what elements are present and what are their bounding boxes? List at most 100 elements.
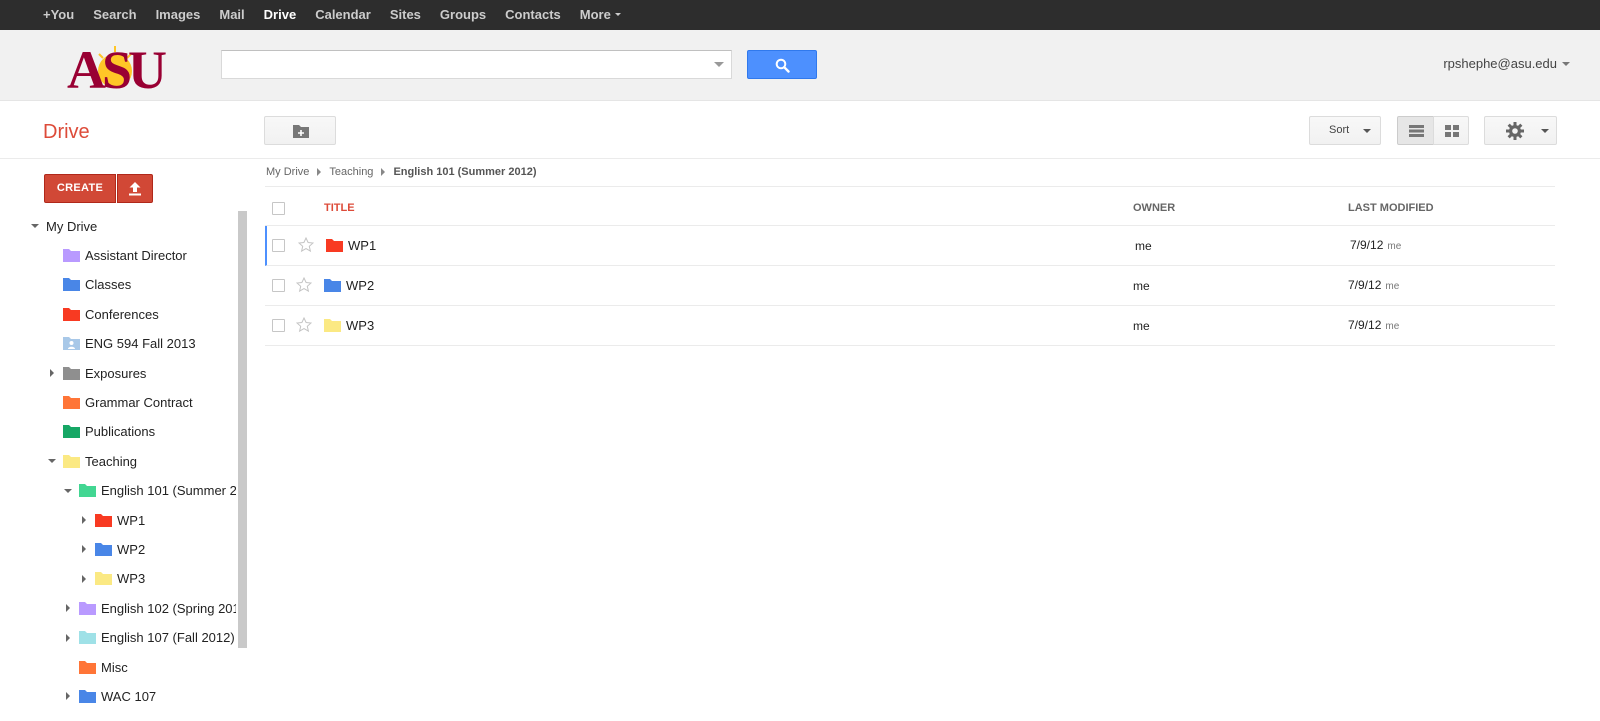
file-owner: me bbox=[1135, 239, 1152, 253]
column-title[interactable]: TITLE bbox=[324, 202, 355, 214]
expanded-arrow-icon[interactable] bbox=[47, 456, 57, 466]
breadcrumb: My Drive Teaching English 101 (Summer 2012… bbox=[266, 166, 537, 178]
column-last-modified[interactable]: LAST MODIFIED bbox=[1348, 202, 1434, 214]
search-button[interactable] bbox=[747, 50, 817, 79]
folder-icon bbox=[95, 513, 112, 527]
search-box[interactable] bbox=[221, 50, 732, 79]
folder-tree-scrollbar[interactable] bbox=[238, 211, 247, 648]
folder-tree-item[interactable]: Conferences bbox=[47, 299, 159, 329]
folder-tree-item[interactable]: My Drive bbox=[30, 211, 97, 241]
topnav-groups[interactable]: Groups bbox=[431, 0, 496, 30]
breadcrumb-item[interactable]: Teaching bbox=[329, 166, 373, 178]
file-name[interactable]: WP2 bbox=[346, 278, 374, 293]
topnav-calendar[interactable]: Calendar bbox=[306, 0, 381, 30]
select-all-checkbox[interactable] bbox=[272, 202, 285, 215]
folder-icon bbox=[79, 631, 96, 645]
chevron-down-icon bbox=[1363, 129, 1371, 133]
topnav-contacts[interactable]: Contacts bbox=[496, 0, 571, 30]
folder-tree-item[interactable]: ENG 594 Fall 2013 bbox=[47, 329, 196, 359]
sort-button[interactable]: Sort bbox=[1309, 116, 1381, 145]
collapsed-arrow-icon[interactable] bbox=[79, 544, 89, 554]
folder-icon bbox=[95, 572, 112, 586]
row-checkbox[interactable] bbox=[272, 239, 285, 252]
folder-tree-label: Misc bbox=[101, 659, 128, 675]
file-last-modified: 7/9/12 me bbox=[1348, 278, 1399, 292]
folder-tree: My Drive Assistant Director Classes Confere… bbox=[0, 211, 236, 721]
new-folder-button[interactable] bbox=[264, 116, 336, 145]
topnav-images[interactable]: Images bbox=[147, 0, 211, 30]
collapsed-arrow-icon[interactable] bbox=[63, 603, 73, 613]
file-row[interactable]: WP2 me 7/9/12 me bbox=[265, 266, 1555, 306]
topnav-drive[interactable]: Drive bbox=[255, 0, 307, 30]
file-row[interactable]: WP1 me 7/9/12 me bbox=[265, 226, 1555, 266]
modified-by: me bbox=[1385, 281, 1400, 292]
account-menu[interactable]: rpshephe@asu.edu bbox=[1443, 56, 1570, 71]
file-name[interactable]: WP3 bbox=[346, 318, 374, 333]
row-checkbox[interactable] bbox=[272, 279, 285, 292]
create-button[interactable]: CREATE bbox=[44, 174, 116, 203]
folder-tree-item[interactable]: WAC 107 bbox=[63, 681, 156, 711]
folder-tree-item[interactable]: Grammar Contract bbox=[47, 387, 193, 417]
folder-tree-label: WP3 bbox=[117, 571, 146, 587]
file-list-header: TITLE OWNER LAST MODIFIED bbox=[265, 186, 1555, 226]
expanded-arrow-icon[interactable] bbox=[30, 221, 40, 231]
topnav-you[interactable]: +You bbox=[34, 0, 84, 30]
folder-tree-item[interactable]: Misc bbox=[63, 652, 128, 682]
grid-view-button[interactable] bbox=[1433, 116, 1469, 145]
topnav-mail[interactable]: Mail bbox=[210, 0, 254, 30]
settings-button[interactable] bbox=[1484, 116, 1557, 145]
folder-tree-label: Grammar Contract bbox=[85, 394, 193, 410]
folder-tree-item[interactable]: English 101 (Summer 2 bbox=[63, 476, 236, 506]
chevron-down-icon bbox=[1541, 129, 1549, 133]
search-options-dropdown-icon[interactable] bbox=[714, 62, 724, 67]
collapsed-arrow-icon[interactable] bbox=[47, 368, 57, 378]
folder-tree-label: Conferences bbox=[85, 306, 159, 322]
breadcrumb-item[interactable]: My Drive bbox=[266, 166, 309, 178]
folder-tree-item[interactable]: Teaching bbox=[47, 446, 137, 476]
folder-tree-item[interactable]: Classes bbox=[47, 270, 131, 300]
search-input[interactable] bbox=[222, 51, 692, 78]
sort-label: Sort bbox=[1329, 124, 1350, 136]
folder-tree-item[interactable]: Assistant Director bbox=[47, 240, 187, 270]
topnav-sites[interactable]: Sites bbox=[381, 0, 431, 30]
file-name[interactable]: WP1 bbox=[348, 238, 376, 253]
folder-tree-item[interactable]: Exposures bbox=[47, 358, 146, 388]
file-row[interactable]: WP3 me 7/9/12 me bbox=[265, 306, 1555, 346]
folder-tree-label: WP2 bbox=[117, 541, 146, 557]
topnav-more[interactable]: More bbox=[571, 0, 631, 30]
column-owner[interactable]: OWNER bbox=[1133, 202, 1175, 214]
collapsed-arrow-icon[interactable] bbox=[79, 515, 89, 525]
folder-tree-item[interactable]: WP3 bbox=[79, 564, 145, 594]
folder-tree-item[interactable]: WP1 bbox=[79, 505, 145, 535]
star-icon[interactable] bbox=[296, 317, 312, 333]
asu-logo[interactable]: ASU bbox=[52, 38, 178, 94]
star-icon[interactable] bbox=[298, 237, 314, 253]
topnav-search[interactable]: Search bbox=[84, 0, 146, 30]
breadcrumb-item: English 101 (Summer 2012) bbox=[393, 166, 537, 178]
list-view-button[interactable] bbox=[1397, 116, 1434, 145]
new-folder-icon bbox=[293, 125, 309, 138]
top-nav: +You Search Images Mail Drive Calendar Sites Gr… bbox=[34, 0, 631, 30]
shared-folder-icon bbox=[63, 337, 80, 351]
collapsed-arrow-icon[interactable] bbox=[63, 691, 73, 701]
star-icon[interactable] bbox=[296, 277, 312, 293]
row-checkbox[interactable] bbox=[272, 319, 285, 332]
folder-tree-item[interactable]: WP2 bbox=[79, 534, 145, 564]
folder-tree-item[interactable]: Publications bbox=[47, 417, 155, 447]
upload-icon bbox=[129, 182, 141, 196]
expanded-arrow-icon[interactable] bbox=[63, 486, 73, 496]
folder-icon bbox=[63, 454, 80, 468]
collapsed-arrow-icon[interactable] bbox=[63, 633, 73, 643]
folder-icon bbox=[63, 278, 80, 292]
folder-tree-item[interactable]: English 102 (Spring 201 bbox=[63, 593, 236, 623]
folder-tree-label: English 101 (Summer 2 bbox=[101, 483, 236, 499]
folder-tree-item[interactable]: English 107 (Fall 2012) bbox=[63, 623, 235, 653]
upload-button[interactable] bbox=[117, 174, 153, 203]
file-last-modified: 7/9/12 me bbox=[1350, 238, 1401, 252]
folder-icon-wrap bbox=[326, 239, 343, 255]
breadcrumb-separator-icon bbox=[381, 168, 386, 176]
collapsed-arrow-icon[interactable] bbox=[79, 574, 89, 584]
